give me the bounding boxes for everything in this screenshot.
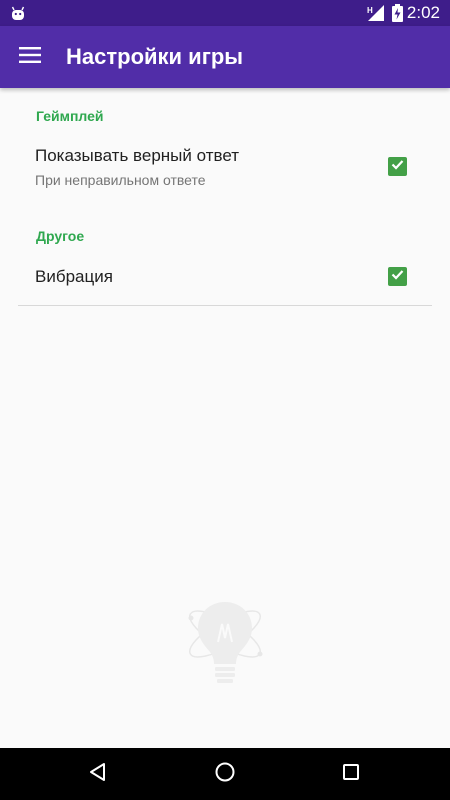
pref-summary: При неправильном ответе xyxy=(35,172,206,188)
lightbulb-atom-icon xyxy=(182,594,268,699)
recents-icon xyxy=(340,761,362,788)
battery-charging-icon xyxy=(392,4,403,27)
back-icon xyxy=(87,761,109,788)
app-bar: Настройки игры xyxy=(0,26,450,88)
clock: 2:02 xyxy=(406,3,440,22)
settings-list: Геймплей Показывать верный ответ При неп… xyxy=(0,88,450,748)
navigation-bar xyxy=(0,748,450,800)
status-bar: H 2:02 xyxy=(0,0,450,26)
home-button[interactable] xyxy=(205,754,245,794)
pref-title: Показывать верный ответ xyxy=(35,146,240,165)
pref-show-correct-answer[interactable]: Показывать верный ответ При неправильном… xyxy=(18,140,432,196)
signal-h-icon: H xyxy=(366,4,386,27)
checkbox-show-correct-answer[interactable] xyxy=(388,157,407,176)
android-icon xyxy=(10,5,26,26)
hamburger-menu-icon xyxy=(19,46,41,68)
checkmark-icon xyxy=(390,157,405,177)
divider xyxy=(18,305,432,306)
pref-vibration[interactable]: Вибрация xyxy=(18,256,432,298)
pref-title: Вибрация xyxy=(35,267,113,286)
menu-button[interactable] xyxy=(10,37,50,77)
section-header-gameplay: Геймплей xyxy=(36,108,104,124)
svg-text:H: H xyxy=(367,6,373,15)
section-header-other: Другое xyxy=(36,228,85,244)
recents-button[interactable] xyxy=(331,754,371,794)
home-icon xyxy=(214,761,236,788)
checkbox-vibration[interactable] xyxy=(388,267,407,286)
page-title: Настройки игры xyxy=(66,44,244,69)
checkmark-icon xyxy=(390,267,405,287)
back-button[interactable] xyxy=(78,754,118,794)
